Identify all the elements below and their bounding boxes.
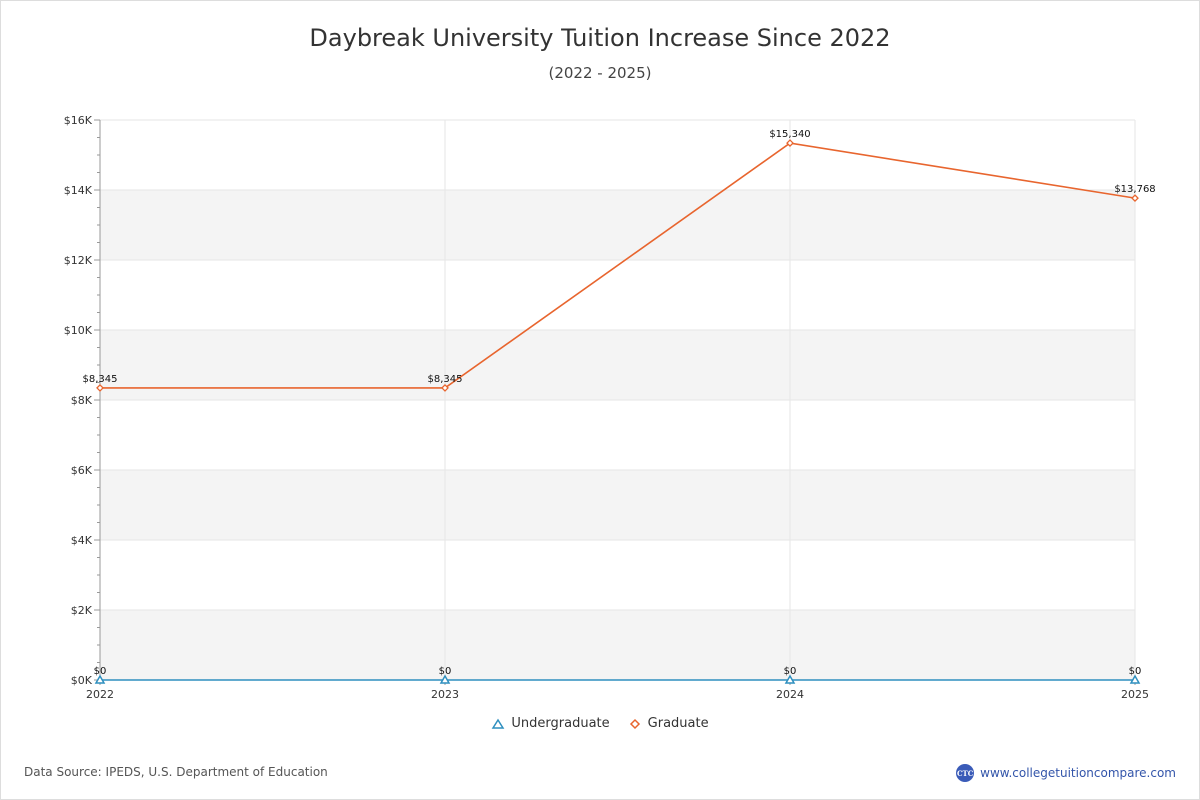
- diamond-marker-icon: [629, 718, 640, 729]
- y-tick-label: $4K: [71, 534, 93, 547]
- brand-link[interactable]: CTC www.collegetuitioncompare.com: [956, 764, 1176, 782]
- data-label-undergraduate: $0: [1129, 666, 1142, 677]
- y-tick-label: $10K: [64, 324, 93, 337]
- x-tick-label: 2024: [776, 688, 804, 701]
- data-label-graduate: $13,768: [1114, 184, 1155, 195]
- grid-band: [100, 400, 1135, 470]
- ctc-logo-icon: CTC: [956, 764, 975, 782]
- data-label-undergraduate: $0: [439, 666, 452, 677]
- y-tick-label: $6K: [71, 464, 93, 477]
- y-tick-label: $0K: [71, 674, 93, 687]
- y-tick-label: $2K: [71, 604, 93, 617]
- grid-band: [100, 610, 1135, 680]
- grid-band: [100, 190, 1135, 260]
- brand-url: www.collegetuitioncompare.com: [980, 766, 1176, 780]
- legend-item-undergraduate[interactable]: Undergraduate: [491, 716, 610, 731]
- grid-band: [100, 260, 1135, 330]
- data-label-undergraduate: $0: [784, 666, 797, 677]
- triangle-marker-icon: [492, 718, 505, 729]
- data-source-note: Data Source: IPEDS, U.S. Department of E…: [24, 765, 328, 779]
- y-tick-label: $16K: [64, 114, 93, 127]
- y-tick-label: $14K: [64, 184, 93, 197]
- grid-band: [100, 470, 1135, 540]
- x-tick-label: 2025: [1121, 688, 1149, 701]
- legend-item-graduate[interactable]: Graduate: [628, 716, 709, 731]
- data-label-graduate: $15,340: [769, 129, 810, 140]
- data-label-graduate: $8,345: [83, 374, 118, 385]
- chart-legend: Undergraduate Graduate: [0, 716, 1200, 731]
- legend-label-graduate: Graduate: [647, 716, 709, 731]
- y-tick-label: $12K: [64, 254, 93, 267]
- data-label-graduate: $8,345: [428, 374, 463, 385]
- x-tick-label: 2023: [431, 688, 459, 701]
- grid-band: [100, 120, 1135, 190]
- x-tick-label: 2022: [86, 688, 114, 701]
- legend-label-undergraduate: Undergraduate: [511, 716, 610, 731]
- data-label-undergraduate: $0: [94, 666, 107, 677]
- grid-band: [100, 540, 1135, 610]
- y-tick-label: $8K: [71, 394, 93, 407]
- line-chart: $0K $2K $4K $6K $8K $10K $12K $14K $16K 2022 2023 2…: [64, 114, 1156, 701]
- grid-band: [100, 330, 1135, 400]
